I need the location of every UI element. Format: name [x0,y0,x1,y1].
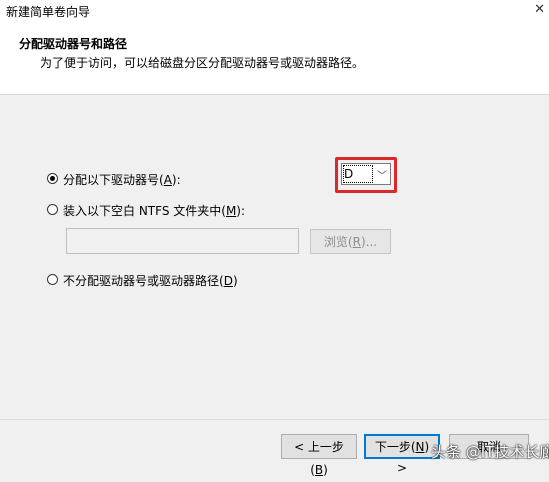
no-assign-label[interactable]: 不分配驱动器号或驱动器路径(D) [63,272,238,289]
page-title: 分配驱动器号和路径 [19,37,128,51]
wizard-header: 分配驱动器号和路径 为了便于访问，可以给磁盘分区分配驱动器号或驱动器路径。 [0,22,549,95]
browse-button[interactable]: 浏览(R)... [310,229,391,254]
footer-divider [0,419,549,420]
page-description: 为了便于访问，可以给磁盘分区分配驱动器号或驱动器路径。 [40,56,365,70]
assign-letter-label[interactable]: 分配以下驱动器号(A): [63,171,181,188]
folder-path-input[interactable] [66,228,299,254]
mount-folder-label[interactable]: 装入以下空白 NTFS 文件夹中(M): [63,202,245,219]
chevron-down-icon[interactable]: ﹀ [377,167,387,182]
window-title: 新建简单卷向导 [6,5,91,19]
assign-letter-radio[interactable] [47,173,58,184]
next-button[interactable]: 下一步(N) > [364,434,440,475]
drive-letter-select[interactable]: D ﹀ [341,163,391,185]
back-button[interactable]: < 上一步(B) [281,434,357,477]
no-assign-radio[interactable] [47,274,58,285]
close-icon[interactable]: ✕ [534,2,545,17]
focus-rectangle [343,165,373,183]
watermark: 头条 @IT技术长廊 [431,443,549,461]
title-bar: 新建简单卷向导 ✕ [0,0,549,22]
mount-folder-radio[interactable] [47,204,58,215]
